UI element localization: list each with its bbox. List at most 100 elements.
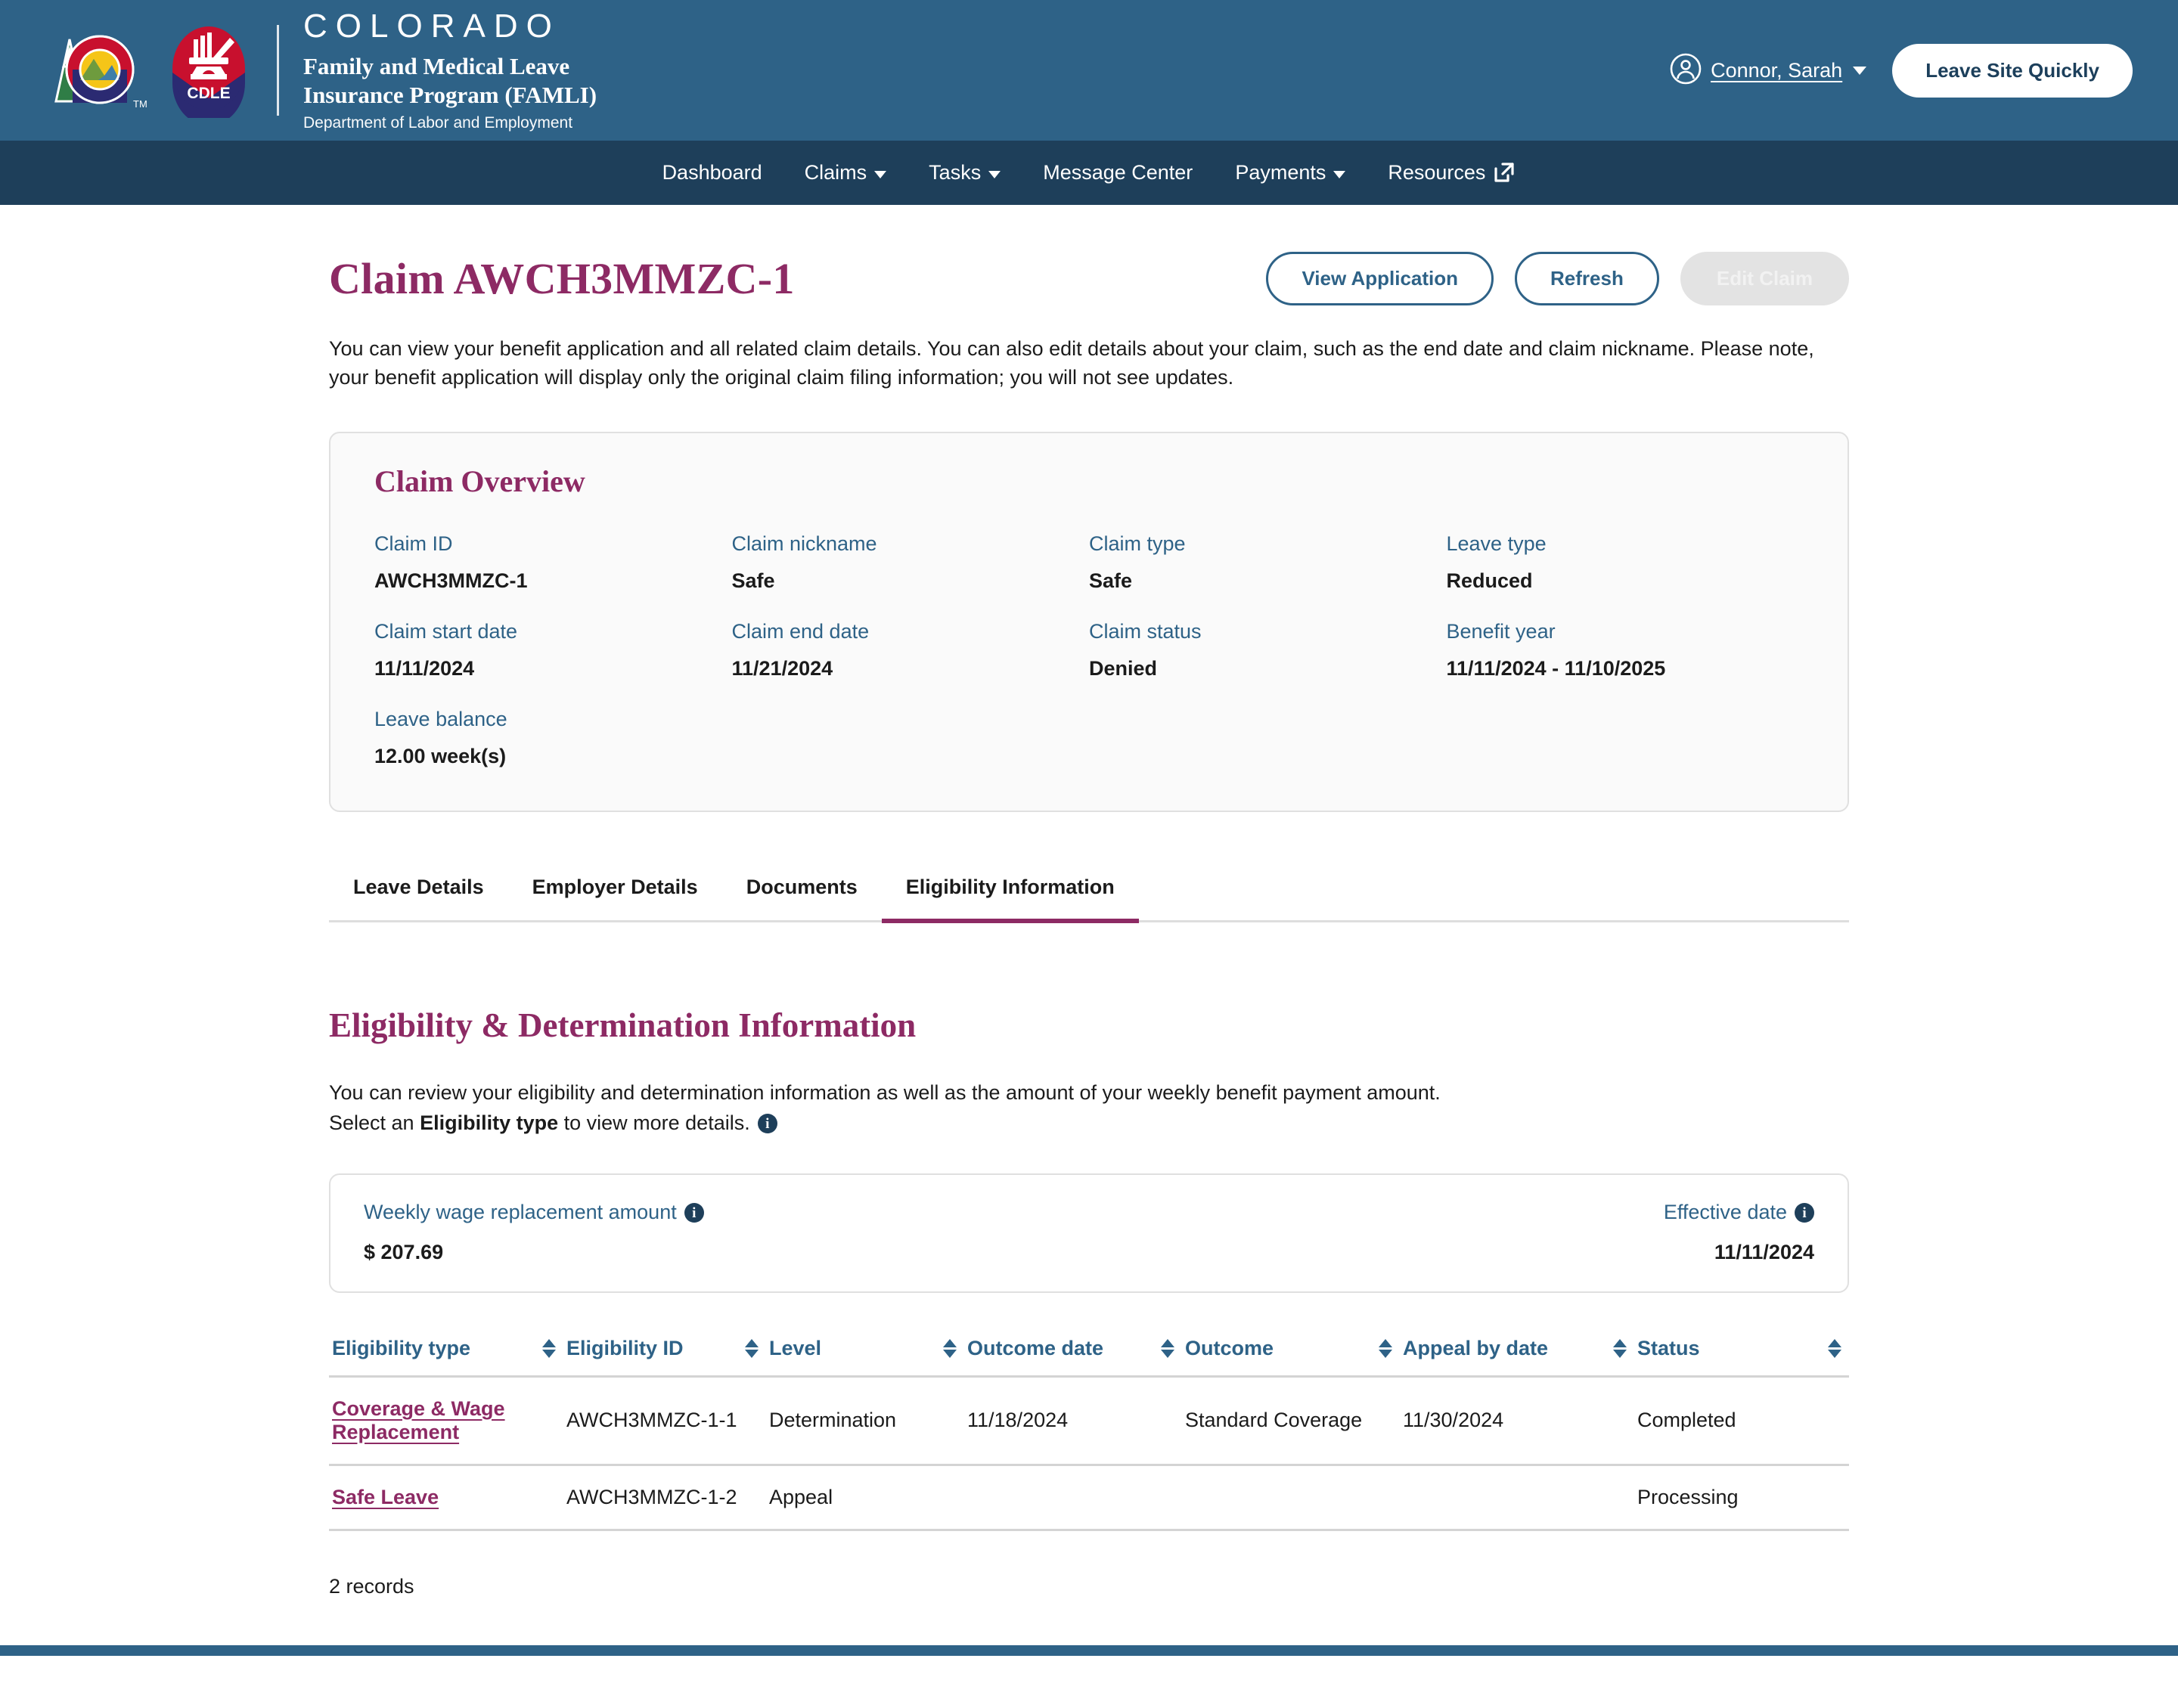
weekly-wage-amount-value: $ 207.69	[364, 1240, 444, 1263]
overview-field-claim-type: Claim type Safe	[1089, 532, 1447, 593]
weekly-wage-card: Weekly wage replacement amount i $ 207.69…	[329, 1173, 1849, 1293]
brand-text: COLORADO Family and Medical Leave Insura…	[303, 7, 597, 132]
tab-eligibility-information[interactable]: Eligibility Information	[881, 859, 1139, 923]
content-container: Claim AWCH3MMZC-1 View Application Refre…	[329, 205, 1849, 1598]
sort-icon[interactable]	[1379, 1338, 1392, 1358]
nav-label-message-center: Message Center	[1043, 161, 1193, 184]
brand-program-line2: Insurance Program (FAMLI)	[303, 81, 597, 108]
column-header-outcome[interactable]: Outcome	[1182, 1336, 1400, 1378]
overview-label: Claim status	[1089, 619, 1202, 643]
table-row: Safe Leave AWCH3MMZC-1-2 Appeal Processi…	[329, 1465, 1849, 1531]
overview-label: Claim start date	[374, 619, 518, 643]
nav-item-resources[interactable]: Resources	[1367, 141, 1537, 205]
cell-eligibility-type: Safe Leave	[329, 1465, 563, 1531]
tab-leave-details[interactable]: Leave Details	[329, 859, 508, 923]
overview-label: Claim ID	[374, 532, 453, 555]
effective-date-value: 11/11/2024	[1714, 1240, 1814, 1263]
nav-item-dashboard[interactable]: Dashboard	[641, 141, 783, 205]
overview-value: 11/11/2024 - 11/10/2025	[1446, 656, 1666, 680]
nav-item-claims[interactable]: Claims	[783, 141, 908, 205]
page-body: Claim AWCH3MMZC-1 View Application Refre…	[0, 205, 2178, 1598]
cdle-logo-icon: CDLE	[163, 20, 254, 126]
nav-label-payments: Payments	[1235, 161, 1326, 184]
overview-field-claim-nickname: Claim nickname Safe	[732, 532, 1090, 593]
claim-overview-title: Claim Overview	[374, 463, 585, 498]
site-footer	[0, 1644, 2178, 1656]
weekly-wage-amount-label-row: Weekly wage replacement amount i	[364, 1201, 704, 1224]
info-icon[interactable]: i	[684, 1203, 704, 1223]
overview-value: Safe	[1089, 569, 1133, 592]
sort-icon[interactable]	[542, 1338, 556, 1358]
effective-date-block: Effective date i 11/11/2024	[1664, 1201, 1814, 1264]
sort-icon[interactable]	[745, 1338, 759, 1358]
eligibility-desc-line1: You can review your eligibility and dete…	[329, 1080, 1441, 1104]
view-application-button[interactable]: View Application	[1266, 252, 1494, 305]
chevron-down-icon	[874, 170, 887, 178]
eligibility-desc-bold: Eligibility type	[420, 1111, 559, 1134]
cell-eligibility-id: AWCH3MMZC-1-1	[563, 1376, 766, 1466]
svg-text:CDLE: CDLE	[187, 85, 230, 102]
cell-level: Appeal	[766, 1465, 964, 1531]
column-header-eligibility-id[interactable]: Eligibility ID	[563, 1336, 766, 1378]
chevron-down-icon	[1333, 170, 1346, 178]
refresh-button[interactable]: Refresh	[1515, 252, 1659, 305]
overview-value: Denied	[1089, 656, 1158, 680]
weekly-wage-amount-label: Weekly wage replacement amount	[364, 1200, 677, 1223]
nav-item-payments[interactable]: Payments	[1214, 141, 1367, 205]
main-navigation: Dashboard Claims Tasks Message Center Pa…	[0, 141, 2178, 205]
cell-outcome-date: 11/18/2024	[964, 1376, 1182, 1466]
leave-site-quickly-button[interactable]: Leave Site Quickly	[1892, 43, 2133, 98]
eligibility-type-link[interactable]: Coverage & Wage Replacement	[332, 1397, 505, 1443]
weekly-wage-amount-block: Weekly wage replacement amount i $ 207.69	[364, 1201, 704, 1264]
nav-item-message-center[interactable]: Message Center	[1022, 141, 1214, 205]
brand-program-line1: Family and Medical Leave	[303, 52, 570, 79]
cell-appeal-by-date	[1400, 1465, 1634, 1531]
sort-icon[interactable]	[943, 1338, 957, 1358]
column-header-outcome-date[interactable]: Outcome date	[964, 1336, 1182, 1378]
site-header: TM CDLE COLORADO Family and Medical Leav…	[0, 0, 2178, 141]
info-icon[interactable]: i	[1795, 1203, 1814, 1223]
column-label: Status	[1637, 1336, 1700, 1359]
column-label: Eligibility ID	[566, 1336, 684, 1359]
overview-value: AWCH3MMZC-1	[374, 569, 528, 592]
cell-appeal-by-date: 11/30/2024	[1400, 1376, 1634, 1466]
overview-label: Claim end date	[731, 619, 870, 643]
column-label: Outcome	[1185, 1336, 1274, 1359]
sort-icon[interactable]	[1828, 1338, 1841, 1358]
column-header-eligibility-type[interactable]: Eligibility type	[329, 1336, 563, 1378]
overview-label: Leave type	[1446, 532, 1547, 555]
cell-eligibility-type: Coverage & Wage Replacement	[329, 1376, 563, 1466]
eligibility-table-body: Coverage & Wage Replacement AWCH3MMZC-1-…	[329, 1376, 1849, 1531]
column-header-level[interactable]: Level	[766, 1336, 964, 1378]
eligibility-type-link[interactable]: Safe Leave	[332, 1486, 439, 1508]
sort-icon[interactable]	[1613, 1338, 1627, 1358]
user-name-label: Connor, Sarah	[1711, 58, 1843, 82]
cell-outcome-date	[964, 1465, 1182, 1531]
title-row: Claim AWCH3MMZC-1 View Application Refre…	[329, 252, 1849, 305]
nav-item-tasks[interactable]: Tasks	[908, 141, 1022, 205]
user-menu[interactable]: Connor, Sarah	[1670, 53, 1867, 88]
overview-field-claim-end-date: Claim end date 11/21/2024	[732, 620, 1090, 680]
table-row: Coverage & Wage Replacement AWCH3MMZC-1-…	[329, 1376, 1849, 1466]
page-intro-text: You can view your benefit application an…	[329, 337, 1814, 389]
page-title: Claim AWCH3MMZC-1	[329, 254, 795, 303]
brand-logos: TM CDLE	[42, 20, 254, 126]
edit-claim-button: Edit Claim	[1680, 252, 1849, 305]
chevron-down-icon	[988, 170, 1001, 178]
claim-overview-grid: Claim ID AWCH3MMZC-1 Claim nickname Safe…	[374, 532, 1804, 768]
column-label: Level	[769, 1336, 822, 1359]
sort-icon[interactable]	[1161, 1338, 1174, 1358]
tab-documents[interactable]: Documents	[722, 859, 882, 923]
overview-label: Benefit year	[1446, 619, 1556, 643]
info-icon[interactable]: i	[757, 1114, 777, 1134]
brand-divider	[277, 25, 279, 116]
overview-field-claim-id: Claim ID AWCH3MMZC-1	[374, 532, 732, 593]
brand-department: Department of Labor and Employment	[303, 114, 573, 132]
column-header-appeal-by-date[interactable]: Appeal by date	[1400, 1336, 1634, 1378]
external-link-icon	[1493, 161, 1516, 189]
column-header-status[interactable]: Status	[1634, 1336, 1849, 1378]
tab-employer-details[interactable]: Employer Details	[508, 859, 722, 923]
cell-status: Processing	[1634, 1465, 1849, 1531]
brand-state-name: COLORADO	[303, 7, 560, 45]
overview-field-claim-status: Claim status Denied	[1089, 620, 1447, 680]
